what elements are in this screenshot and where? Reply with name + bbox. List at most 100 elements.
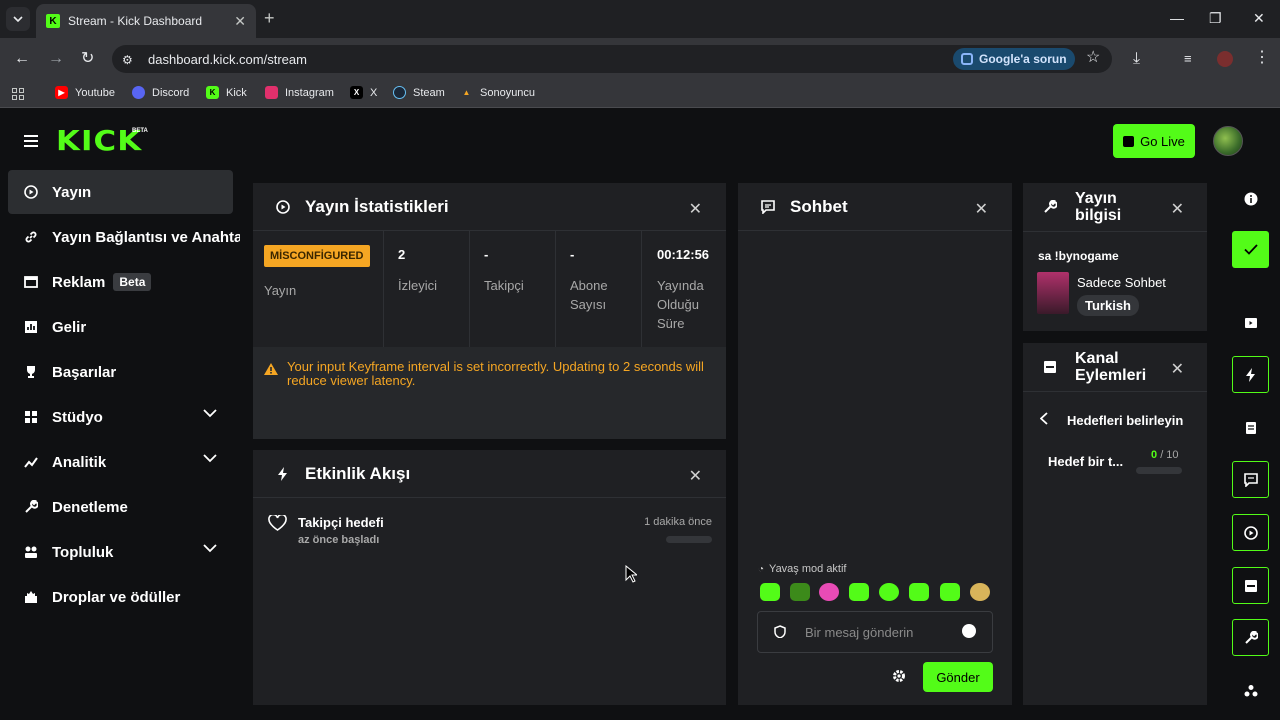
minimize-icon[interactable]: —	[1170, 10, 1184, 26]
bookmark-discord[interactable]: Discord	[132, 86, 189, 99]
emoji-icon[interactable]	[962, 624, 976, 638]
play-circle-icon[interactable]	[1232, 514, 1269, 551]
chat-icon[interactable]	[1232, 461, 1269, 498]
google-ask-button[interactable]: Google'a sorun	[953, 48, 1075, 70]
emote-icon[interactable]	[760, 583, 780, 601]
chat-settings-icon[interactable]	[892, 669, 906, 683]
channel-actions-icon	[1043, 360, 1057, 374]
bookmark-instagram[interactable]: Instagram	[265, 86, 334, 99]
sidebar-item-droplar[interactable]: Droplar ve ödüller	[8, 575, 233, 619]
sidebar-item-reklam[interactable]: Reklam Beta	[8, 260, 233, 304]
close-tab-icon[interactable]: ✕	[234, 13, 246, 30]
wrench-icon	[24, 500, 38, 514]
more-menu-icon[interactable]: ⋮	[1254, 50, 1270, 66]
menu-icon[interactable]	[24, 135, 38, 147]
emote-icon[interactable]	[849, 583, 869, 601]
close-icon[interactable]: ✕	[975, 199, 988, 219]
site-settings-icon[interactable]: ⚙	[122, 52, 133, 68]
info-icon[interactable]	[1232, 180, 1269, 217]
send-button[interactable]: Gönder	[923, 662, 993, 692]
download-icon[interactable]: ⤓	[1133, 51, 1140, 67]
reload-icon[interactable]: ↻	[81, 51, 94, 67]
new-tab-button[interactable]: +	[264, 9, 275, 27]
instagram-icon	[265, 86, 278, 99]
sidebar-item-studyo[interactable]: Stüdyo	[8, 395, 233, 439]
slow-mode-notice: ◔ Yavaş mod aktif	[758, 563, 847, 575]
emote-icon[interactable]	[909, 583, 929, 601]
x-icon: X	[350, 86, 363, 99]
emote-icon[interactable]	[790, 583, 810, 601]
document-icon[interactable]	[1232, 409, 1269, 446]
stat-subs: - Abone Sayısı	[556, 231, 642, 347]
goals-subtitle: Hedefleri belirleyin	[1067, 413, 1184, 428]
go-live-button[interactable]: Go Live	[1113, 124, 1195, 158]
wrench-icon[interactable]	[1232, 619, 1269, 656]
chat-panel: Sohbet ✕ ◔ Yavaş mod aktif Bir mesaj gön…	[738, 183, 1012, 705]
stat-value: -	[570, 247, 575, 262]
emote-icon[interactable]	[819, 583, 839, 601]
sidebar-item-label: Topluluk	[52, 543, 114, 561]
community-icon[interactable]	[1232, 672, 1269, 709]
check-icon[interactable]	[1232, 231, 1269, 268]
sidebar-item-yayin[interactable]: Yayın	[8, 170, 233, 214]
cone-icon: ▲	[462, 88, 471, 97]
profile-icon[interactable]	[1217, 51, 1233, 67]
video-icon[interactable]	[1232, 304, 1269, 341]
bookmark-label: Discord	[152, 86, 190, 99]
bookmark-steam[interactable]: Steam	[393, 86, 445, 99]
sidebar-item-label: Stüdyo	[52, 408, 103, 426]
bookmark-label: Kick	[226, 86, 247, 99]
media-icon[interactable]: ≡	[1184, 51, 1192, 67]
status-badge: MİSCONFİGURED	[264, 245, 370, 267]
link-icon	[24, 230, 38, 244]
bookmarks-bar	[0, 80, 1280, 108]
sidebar-item-denetleme[interactable]: Denetleme	[8, 485, 233, 529]
sidebar-item-analitik[interactable]: Analitik	[8, 440, 233, 484]
sidebar-item-label: Yayın Bağlantısı ve Anahtarı	[52, 228, 240, 246]
bookmark-label: Instagram	[285, 86, 334, 99]
emote-icon[interactable]	[940, 583, 960, 601]
goal-label[interactable]: Hedef bir t...	[1048, 454, 1123, 469]
stream-title: sa !bynogame	[1038, 249, 1119, 263]
divider	[1023, 231, 1207, 232]
back-icon[interactable]: ←	[14, 51, 30, 67]
bookmark-sonoyuncu[interactable]: ▲ Sonoyuncu	[460, 86, 536, 99]
close-icon[interactable]: ✕	[1171, 359, 1184, 379]
analytics-icon	[24, 455, 38, 469]
bookmark-youtube[interactable]: ▶ Youtube	[55, 86, 115, 99]
kick-logo[interactable]: KICK	[56, 124, 142, 157]
sidebar-item-topluluk[interactable]: Topluluk	[8, 530, 233, 574]
sidebar-item-label: Reklam	[52, 273, 106, 291]
apps-icon[interactable]	[12, 88, 24, 100]
emote-icon[interactable]	[970, 583, 990, 601]
bookmark-star-icon[interactable]: ☆	[1086, 50, 1100, 66]
url-text[interactable]: dashboard.kick.com/stream	[148, 52, 307, 67]
lightning-icon[interactable]	[1232, 356, 1269, 393]
stat-label: Abone Sayısı	[570, 278, 608, 312]
browser-tab[interactable]: K Stream - Kick Dashboard ✕	[36, 4, 256, 38]
sidebar-item-basarilar[interactable]: Başarılar	[8, 350, 233, 394]
play-circle-icon	[24, 185, 38, 199]
tab-search-button[interactable]	[6, 7, 30, 31]
chat-input[interactable]: Bir mesaj gönderin	[757, 611, 993, 653]
sidebar-item-baglanti[interactable]: Yayın Bağlantısı ve Anahtarı	[8, 215, 240, 259]
panel-title: Sohbet	[790, 196, 848, 216]
stat-label: İzleyici	[398, 278, 438, 293]
bookmark-kick[interactable]: K Kick	[206, 86, 247, 99]
bookmark-x[interactable]: XX	[350, 86, 377, 99]
maximize-icon[interactable]: ❐	[1209, 10, 1222, 27]
avatar[interactable]	[1213, 126, 1243, 156]
channel-actions-icon[interactable]	[1232, 567, 1269, 604]
chevron-left-icon[interactable]	[1040, 412, 1048, 425]
close-icon[interactable]: ✕	[689, 199, 702, 219]
close-window-icon[interactable]: ✕	[1253, 10, 1265, 27]
category-thumbnail[interactable]	[1037, 272, 1069, 314]
close-icon[interactable]: ✕	[1171, 199, 1184, 219]
goal-current: 0	[1151, 449, 1158, 461]
close-icon[interactable]: ✕	[689, 466, 702, 486]
sidebar-item-gelir[interactable]: Gelir	[8, 305, 233, 349]
channel-actions-panel: Kanal Eylemleri ✕ Hedefleri belirleyin H…	[1023, 343, 1207, 705]
category-name[interactable]: Sadece Sohbet	[1077, 275, 1166, 290]
emote-icon[interactable]	[879, 583, 899, 601]
forward-icon[interactable]: →	[48, 51, 64, 67]
